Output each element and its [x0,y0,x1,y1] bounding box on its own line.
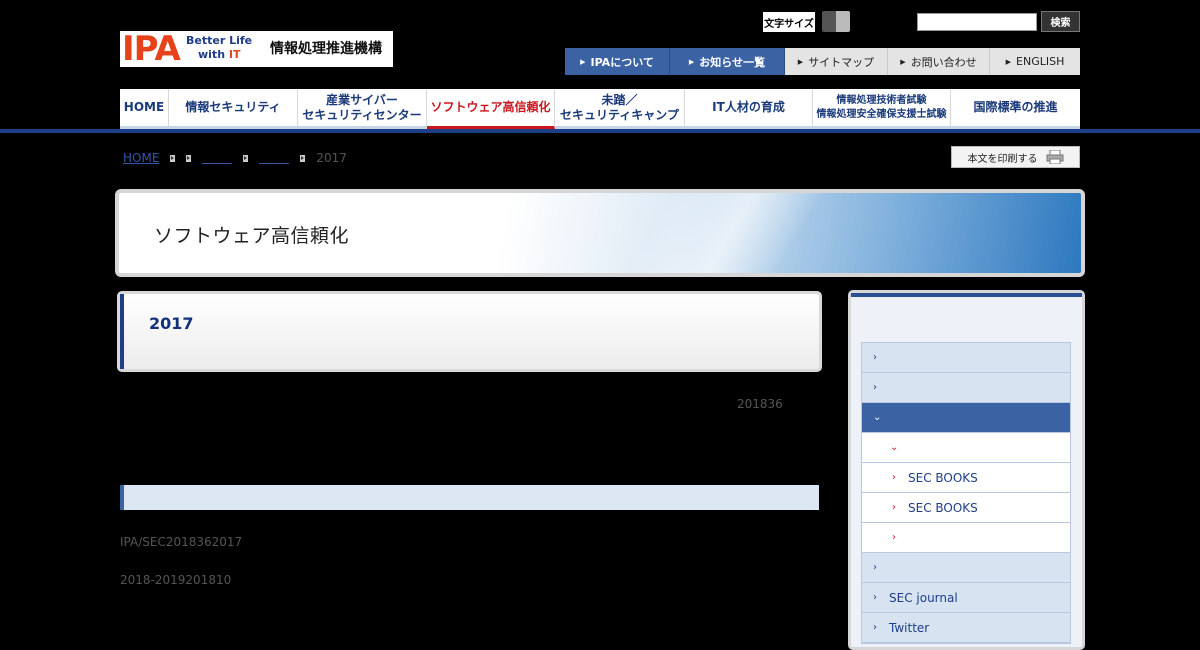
breadcrumb: HOME 2017 [123,150,347,166]
body-paragraph: IPA/SEC2018362017 [120,535,243,549]
util-nav-contact[interactable]: ▶ お問い合わせ [888,48,990,75]
triangle-right-icon: ▶ [797,57,804,66]
chevron-right-icon: › [873,382,877,393]
sidebar-menu: › › ⌄ ⌄ › SEC BOOKS › SEC BOOKS › › › SE… [861,342,1071,644]
section-heading-bar [120,485,819,510]
util-nav-english[interactable]: ▶ ENGLISH [990,48,1080,75]
chevron-right-icon: › [892,532,896,543]
triangle-right-icon: ▶ [900,57,906,66]
search-button[interactable]: 検索 [1041,11,1080,32]
gnav-it-human-resources[interactable]: IT人材の育成 [685,89,813,129]
chevron-right-icon: › [873,622,877,633]
sidebar-item[interactable]: › [862,373,1070,403]
breadcrumb-home-link[interactable]: HOME [123,151,159,165]
global-nav-underline [0,129,1200,133]
sidebar-subitem[interactable]: › [862,523,1070,553]
sidebar-subitem[interactable]: ⌄ [862,433,1070,463]
breadcrumb-link[interactable] [259,162,290,164]
printer-icon [1046,150,1063,164]
gnav-industrial-cyber[interactable]: 産業サイバー セキュリティセンター [298,89,427,129]
site-logo[interactable]: IPA Better Life with IT 情報処理推進機構 [120,29,393,69]
page-title-box: 2017 [117,291,822,372]
page-title: 2017 [149,314,194,333]
util-nav-news[interactable]: ▶ お知らせ一覧 [670,48,785,75]
chevron-right-icon: › [873,562,877,573]
util-nav-about[interactable]: ▶ IPAについて [565,48,670,75]
sidebar-item[interactable]: › [862,343,1070,373]
sidebar: › › ⌄ ⌄ › SEC BOOKS › SEC BOOKS › › › SE… [848,290,1085,650]
body-paragraph: 2018-2019201810 [120,573,232,587]
logo-mark: IPA [122,29,181,69]
global-nav: HOME 情報セキュリティ 産業サイバー セキュリティセンター ソフトウェア高信頼… [120,89,1080,129]
logo-tagline-2: with IT [198,48,241,61]
gnav-home[interactable]: HOME [120,89,169,129]
chevron-right-icon: › [873,592,877,603]
chevron-right-icon: › [892,502,896,513]
gnav-exams[interactable]: 情報処理技術者試験 情報処理安全確保支援士試験 [813,89,951,129]
search-input[interactable] [917,13,1037,31]
chevron-right-icon: › [873,352,877,363]
chevron-right-icon: › [892,472,896,483]
util-nav-sitemap[interactable]: ▶ サイトマップ [785,48,888,75]
breadcrumb-current: 2017 [316,151,347,165]
breadcrumb-separator-icon [170,154,176,162]
sidebar-item-twitter[interactable]: › Twitter [862,613,1070,643]
triangle-right-icon: ▶ [688,57,695,66]
logo-tagline-1: Better Life [186,34,253,47]
chevron-down-icon: ⌄ [873,412,882,423]
font-size-label: 文字サイズ [763,12,815,32]
gnav-software-reliability[interactable]: ソフトウェア高信頼化 [427,89,555,129]
sidebar-item-sec-journal[interactable]: › SEC journal [862,583,1070,613]
triangle-right-icon: ▶ [580,57,586,66]
logo-org-name: 情報処理推進機構 [270,41,382,57]
page-title-accent [120,294,124,369]
breadcrumb-separator-icon [186,154,192,162]
breadcrumb-separator-icon [300,154,306,162]
font-size-toggle[interactable] [822,11,850,32]
breadcrumb-separator-icon [243,154,249,162]
breadcrumb-link[interactable] [202,162,233,164]
print-button[interactable]: 本文を印刷する [951,146,1080,168]
sidebar-subitem-sec-books[interactable]: › SEC BOOKS [862,463,1070,493]
sidebar-subitem-sec-books[interactable]: › SEC BOOKS [862,493,1070,523]
triangle-right-icon: ▶ [1005,57,1012,66]
gnav-security[interactable]: 情報セキュリティ [169,89,298,129]
gnav-mitou-camp[interactable]: 未踏／ セキュリティキャンプ [555,89,685,129]
gnav-international-standards[interactable]: 国際標準の推進 [951,89,1080,129]
chevron-down-icon: ⌄ [890,442,899,453]
publish-date: 201836 [737,397,783,411]
section-banner-title: ソフトウェア高信頼化 [154,225,350,247]
sidebar-top-accent [851,293,1082,297]
sidebar-item[interactable]: › [862,553,1070,583]
utility-nav: ▶ IPAについて ▶ お知らせ一覧 ▶ サイトマップ ▶ お問い合わせ ▶ ENGLIS… [565,48,1080,75]
section-banner: ソフトウェア高信頼化 [115,189,1085,277]
sidebar-item-active[interactable]: ⌄ [862,403,1070,433]
